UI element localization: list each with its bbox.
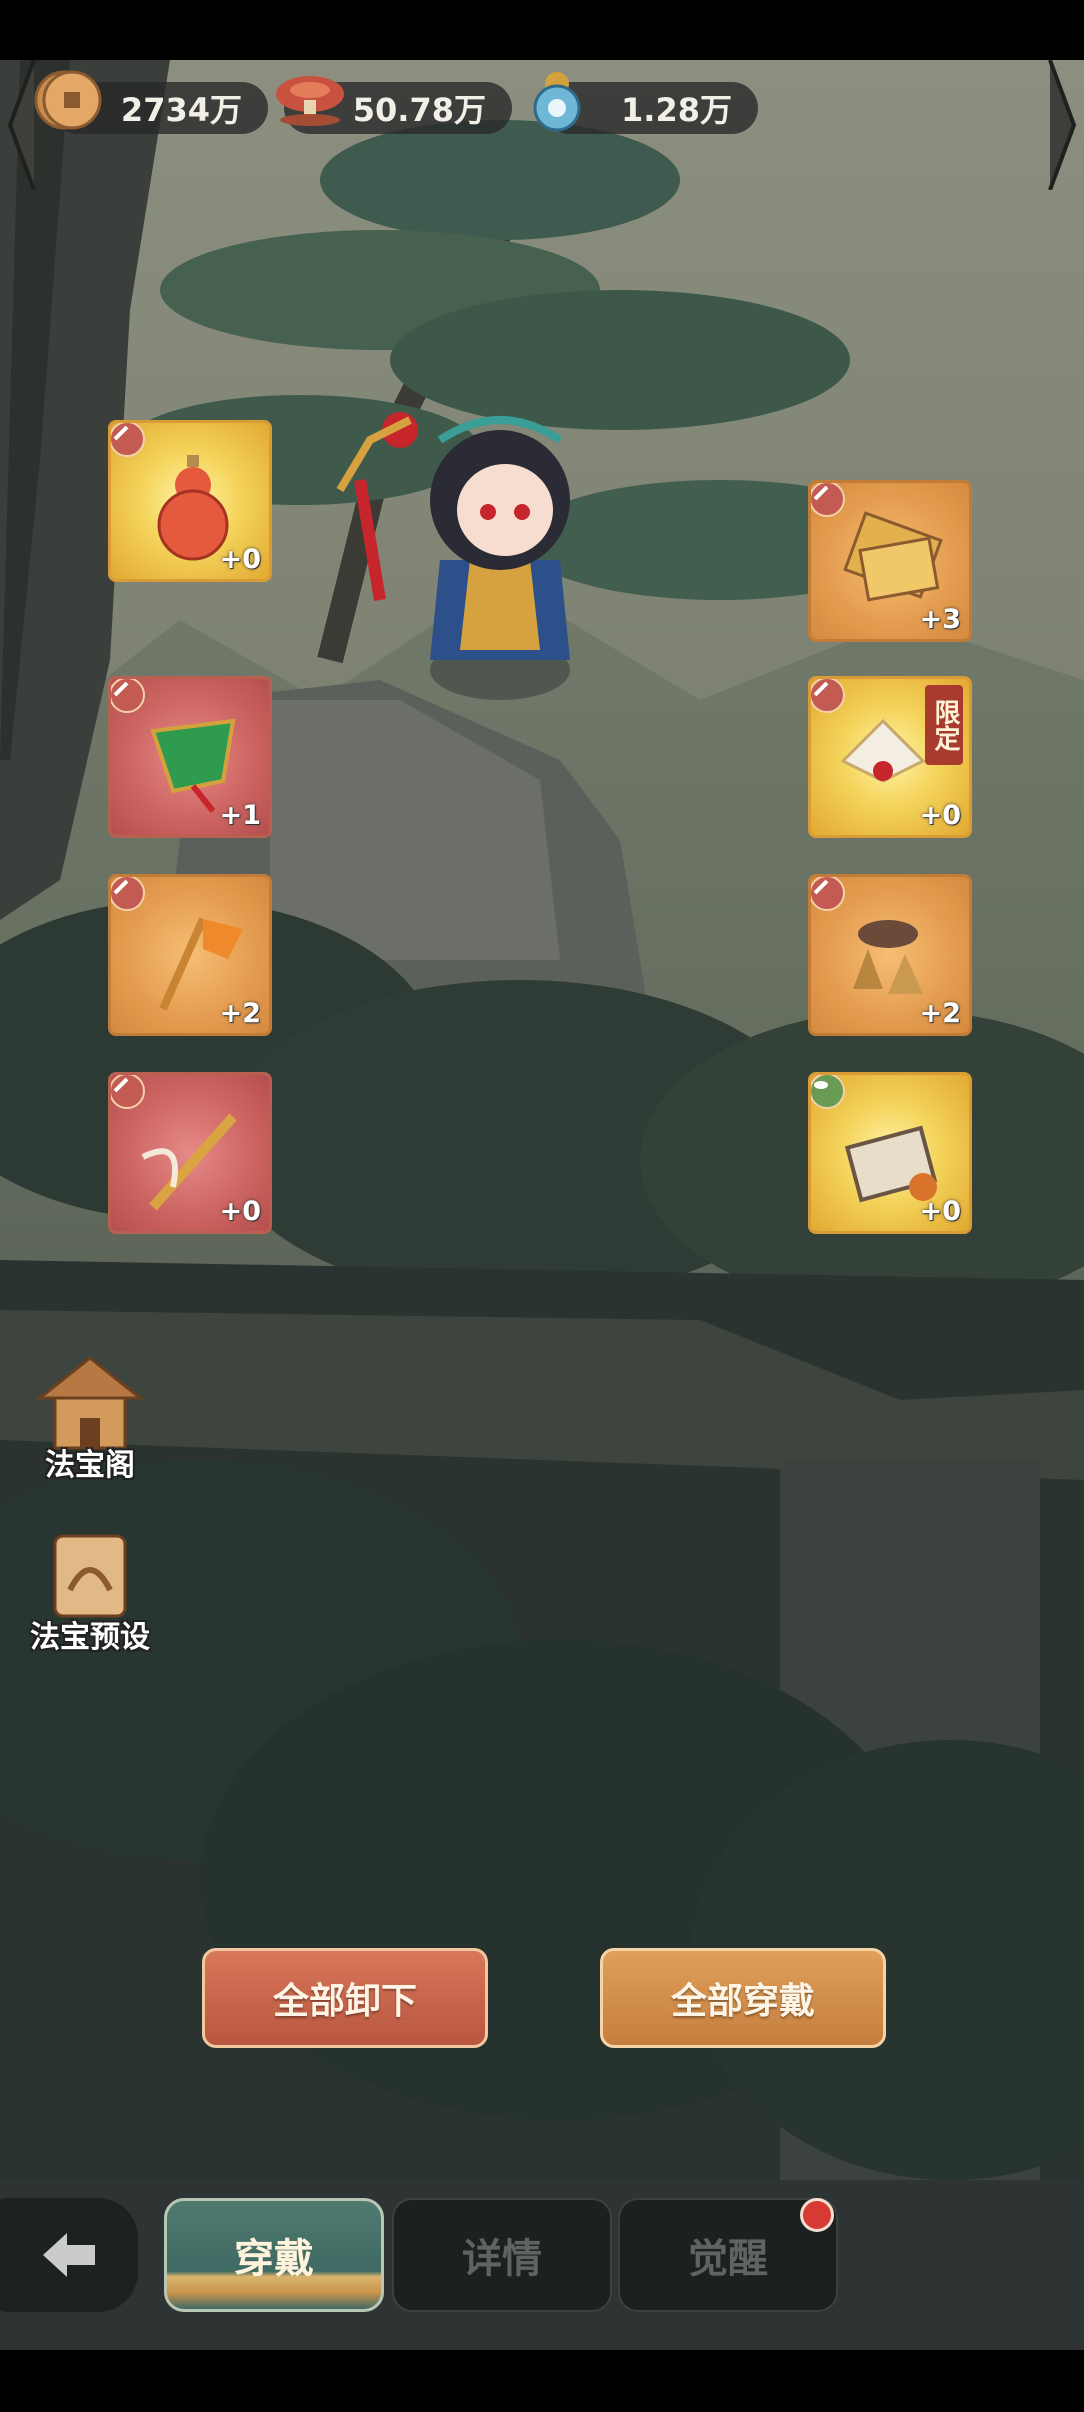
equip-slot-left-2[interactable]: +1 (108, 676, 272, 838)
tab-details[interactable]: 详情 (392, 2198, 612, 2312)
equip-slot-right-1[interactable]: +3 (808, 480, 972, 642)
equip-slot-right-2[interactable]: 限定 +0 (808, 676, 972, 838)
notification-dot (800, 2198, 834, 2232)
slot-level: +0 (919, 1196, 961, 1227)
system-bar (0, 2350, 1084, 2412)
slot-level: +2 (919, 998, 961, 1029)
back-button[interactable] (0, 2198, 138, 2312)
slot-level: +0 (219, 544, 261, 575)
blue-gourd-icon (533, 72, 581, 132)
equip-slot-right-3[interactable]: +2 (808, 874, 972, 1036)
equip-slot-right-4[interactable]: +0 (808, 1072, 972, 1234)
sword-tag-icon (113, 425, 129, 441)
slot-level: +0 (919, 800, 961, 831)
sword-tag-icon (113, 879, 129, 895)
leaf-tag-icon (814, 1081, 828, 1089)
status-bar (0, 0, 1084, 60)
sword-tag-icon (813, 485, 829, 501)
treasure-pavilion-button[interactable]: 法宝阁 (20, 1348, 160, 1488)
copper-coin-amount: 2734万 (120, 91, 242, 129)
back-arrow-icon (43, 2233, 95, 2277)
equip-slot-left-4[interactable]: +0 (108, 1072, 272, 1234)
equip-slot-left-3[interactable]: +2 (108, 874, 272, 1036)
treasure-pavilion-label: 法宝阁 (45, 1448, 135, 1483)
tab-equip[interactable]: 穿戴 (164, 2198, 384, 2312)
slot-level: +3 (919, 604, 961, 635)
slot-level: +1 (219, 800, 261, 831)
blue-gourd-amount: 1.28万 (621, 91, 732, 129)
equip-all-button[interactable]: 全部穿戴 (600, 1948, 886, 2048)
sword-tag-icon (113, 1077, 129, 1093)
unequip-all-button[interactable]: 全部卸下 (202, 1948, 488, 2048)
equip-slot-left-1[interactable]: +0 (108, 420, 272, 582)
slot-level: +0 (219, 1196, 261, 1227)
previous-arrow-icon[interactable] (6, 60, 40, 190)
next-arrow-icon[interactable] (1044, 60, 1078, 190)
spirit-mushroom-icon (276, 76, 344, 126)
treasure-preset-button[interactable]: 法宝预设 (20, 1520, 160, 1670)
copper-coin-icon (34, 70, 102, 130)
slot-level: +2 (219, 998, 261, 1029)
treasure-preset-label: 法宝预设 (30, 1620, 150, 1655)
game-scene: 2734万 50.78万 1.28万 +0 +1 +2 +0 +3 限定 +0 … (0, 60, 1084, 2180)
sword-tag-icon (813, 681, 829, 697)
sword-tag-icon (813, 879, 829, 895)
sword-tag-icon (113, 681, 129, 697)
spirit-mushroom-amount: 50.78万 (352, 91, 486, 129)
